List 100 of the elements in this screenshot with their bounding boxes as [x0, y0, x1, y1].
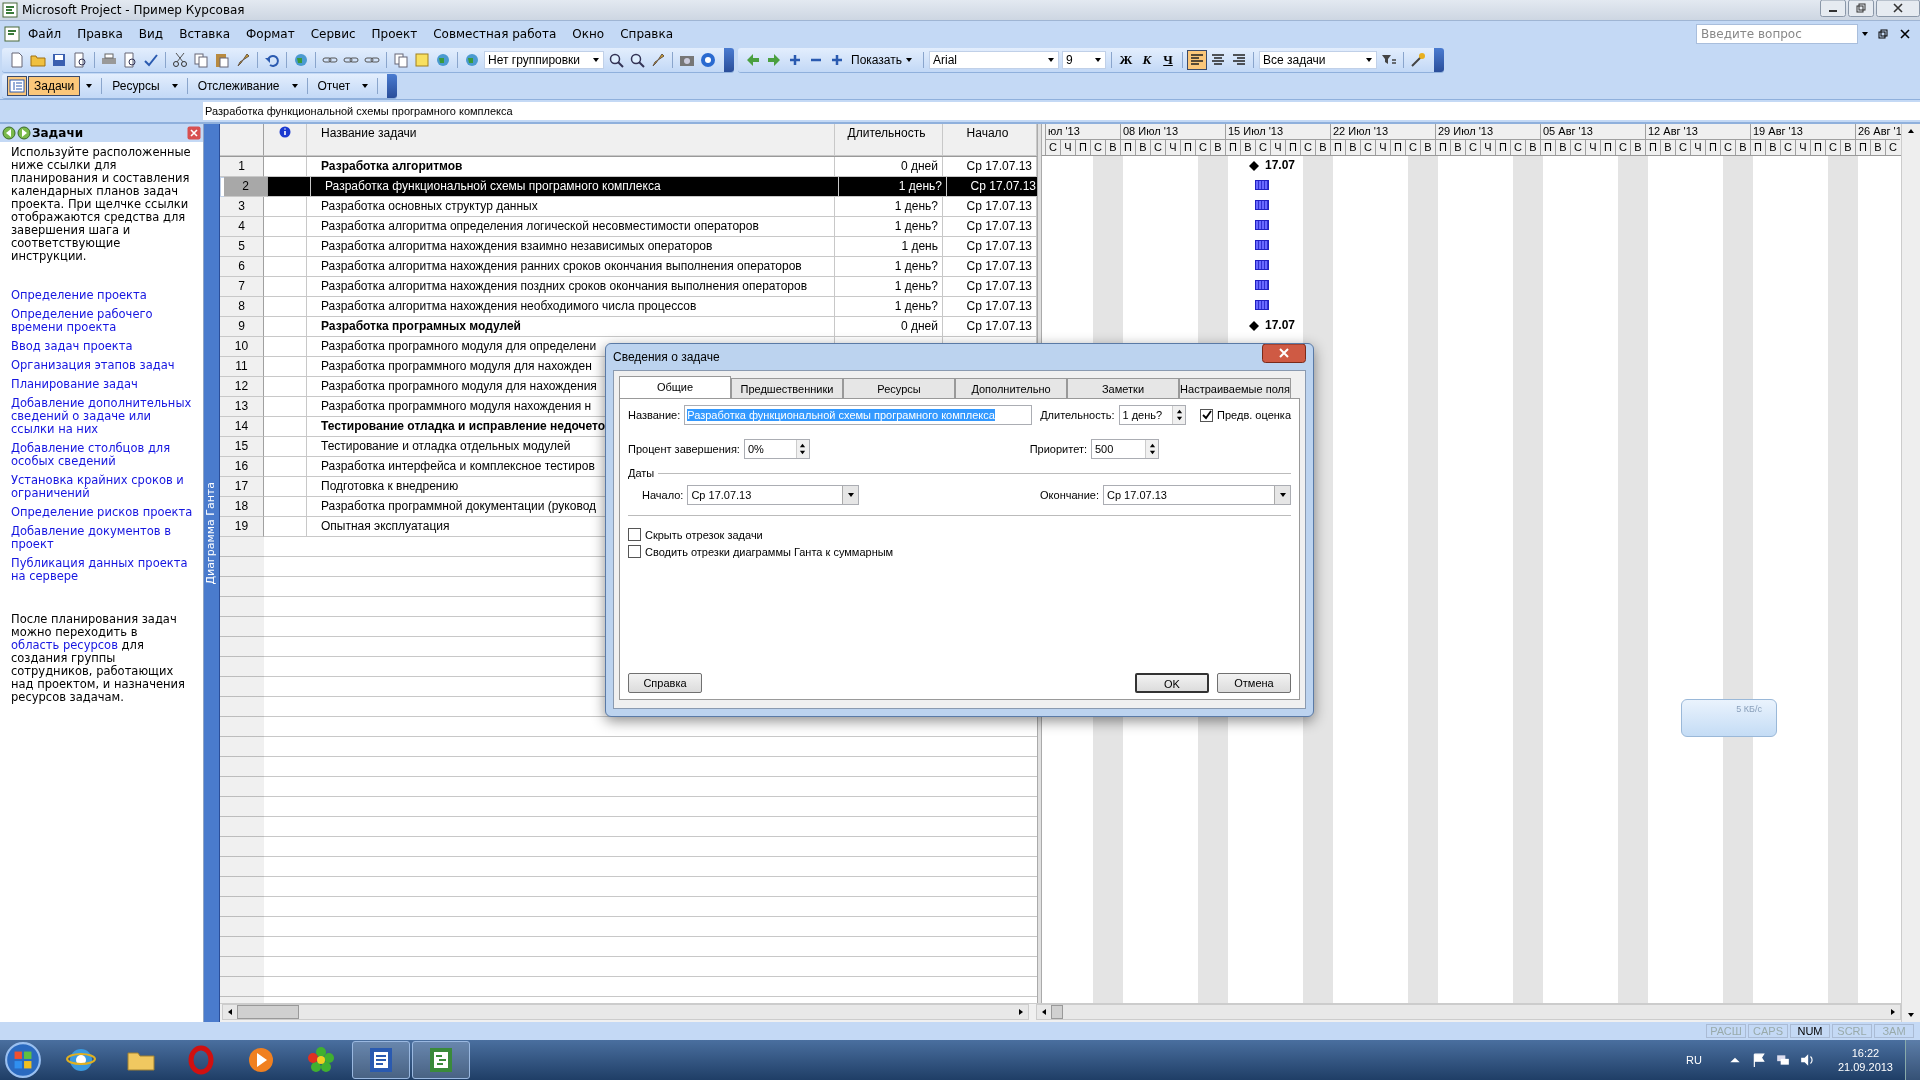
duration-cell: 0 дней	[835, 157, 943, 177]
duration-cell: 0 дней	[835, 317, 943, 337]
day-label: С	[1360, 140, 1375, 155]
day-label: П	[1705, 140, 1720, 155]
group-label: Даты	[628, 467, 655, 479]
duration-cell: 1 день?	[835, 297, 943, 317]
task-name: Разработка алгоритма нахождения поздних сроков окончания выполнения операторов	[307, 277, 835, 297]
milestone-label: 17.07	[1265, 318, 1296, 332]
pane-title: Задачи	[32, 126, 84, 140]
task-name: Разработка алгоритмов	[307, 157, 835, 177]
start-cell: Ср 17.07.13	[943, 237, 1037, 257]
day-label: Ч	[1585, 140, 1600, 155]
day-label: П	[1645, 140, 1660, 155]
day-label: С	[1825, 140, 1840, 155]
week-label: 26 Авг '1	[1855, 124, 1900, 140]
day-label: С	[1465, 140, 1480, 155]
day-label: В	[1870, 140, 1885, 155]
day-label: С	[1510, 140, 1525, 155]
day-label: В	[1525, 140, 1540, 155]
duration-cell: 1 день?	[835, 197, 943, 217]
task-name: Разработка алгоритма нахождения взаимно независимых операторов	[307, 237, 835, 257]
day-label: С	[1150, 140, 1165, 155]
day-label: Ч	[1690, 140, 1705, 155]
day-label: Ч	[1795, 140, 1810, 155]
status-indicator: РАСШ	[1706, 1024, 1746, 1038]
task-name: Разработка алгоритма определения логической несовместимости операторов	[307, 217, 835, 237]
day-label: С	[1195, 140, 1210, 155]
start-cell: Ср 17.07.13	[943, 197, 1037, 217]
task-name: Разработка алгоритма нахождения ранних сроков окончания выполнения операторов	[307, 257, 835, 277]
window-title: Microsoft Project - Пример Курсовая	[22, 3, 245, 17]
day-label: В	[1660, 140, 1675, 155]
milestone-label: 17.07	[1265, 158, 1296, 172]
task-name: Разработка алгоритма нахождения необходимого числа процессов	[307, 297, 835, 317]
day-label: Ч	[1060, 140, 1075, 155]
field-label: Процент завершения:	[628, 443, 740, 455]
week-label: 12 Авг '13	[1645, 124, 1750, 140]
day-label: П	[1330, 140, 1345, 155]
day-label: С	[1885, 140, 1900, 155]
week-label: 08 Июл '13	[1120, 124, 1225, 140]
day-label: В	[1765, 140, 1780, 155]
day-label: В	[1240, 140, 1255, 155]
day-label: П	[1390, 140, 1405, 155]
week-label: 05 Авг '13	[1540, 124, 1645, 140]
start-cell: Ср 17.07.13	[943, 317, 1037, 337]
day-label: П	[1180, 140, 1195, 155]
duration-cell: 1 день?	[839, 177, 947, 197]
day-label: П	[1225, 140, 1240, 155]
day-label: Ч	[1375, 140, 1390, 155]
day-label: П	[1810, 140, 1825, 155]
week-label: 15 Июл '13	[1225, 124, 1330, 140]
duration-cell: 1 день?	[835, 277, 943, 297]
week-label: 22 Июл '13	[1330, 124, 1435, 140]
day-label: С	[1615, 140, 1630, 155]
day-label: П	[1075, 140, 1090, 155]
day-label: П	[1600, 140, 1615, 155]
pane-outro: После планирования задач можно переходить в область ресурсов для создания группы сотрудников, работающих над проектом, и назначения ресурсов задачам.	[11, 613, 186, 704]
day-label: В	[1345, 140, 1360, 155]
day-label: С	[1090, 140, 1105, 155]
day-label: В	[1735, 140, 1750, 155]
field-label: Окончание:	[1040, 489, 1099, 501]
task-name: Разработка програмных модулей	[307, 317, 835, 337]
day-label: С	[1720, 140, 1735, 155]
field-label: Длительность:	[1040, 409, 1115, 421]
duration-cell: 1 день	[835, 237, 943, 257]
day-label: С	[1045, 140, 1060, 155]
day-label: С	[1780, 140, 1795, 155]
day-label: В	[1840, 140, 1855, 155]
day-label: Ч	[1270, 140, 1285, 155]
status-indicator: CAPS	[1748, 1024, 1788, 1038]
task-name: Разработка основных структур данных	[307, 197, 835, 217]
day-label: П	[1750, 140, 1765, 155]
day-label: Ч	[1480, 140, 1495, 155]
week-label: 19 Авг '13	[1750, 124, 1855, 140]
day-label: П	[1285, 140, 1300, 155]
duration-cell: 1 день?	[835, 217, 943, 237]
week-label: 29 Июл '13	[1435, 124, 1540, 140]
day-label: П	[1495, 140, 1510, 155]
start-cell: Ср 17.07.13	[943, 217, 1037, 237]
task-name: Разработка функциональной схемы програмного комплекса	[311, 177, 839, 197]
duration-cell: 1 день?	[835, 257, 943, 277]
pane-intro: Используйте расположенные ниже ссылки для планирования и составления календарных планов задач проекта. При щелчке ссылки отображаются средства для завершения шага и соответствующие инструкции.	[11, 146, 192, 263]
start-cell: Ср 17.07.13	[943, 277, 1037, 297]
day-label: С	[1300, 140, 1315, 155]
start-cell: Ср 17.07.13	[943, 257, 1037, 277]
day-label: С	[1675, 140, 1690, 155]
network-reading: 5 КБ/с	[1736, 704, 1762, 714]
day-label: П	[1120, 140, 1135, 155]
day-label: В	[1555, 140, 1570, 155]
day-label: С	[1570, 140, 1585, 155]
start-cell: Ср 17.07.13	[943, 297, 1037, 317]
status-indicator: SCRL	[1832, 1024, 1872, 1038]
day-label: Ч	[1165, 140, 1180, 155]
day-label: В	[1135, 140, 1150, 155]
day-label: С	[1255, 140, 1270, 155]
day-label: В	[1210, 140, 1225, 155]
week-label: юл '13	[1045, 124, 1120, 140]
status-indicator: NUM	[1790, 1024, 1830, 1038]
day-label: С	[1405, 140, 1420, 155]
day-label: П	[1435, 140, 1450, 155]
day-label: П	[1540, 140, 1555, 155]
